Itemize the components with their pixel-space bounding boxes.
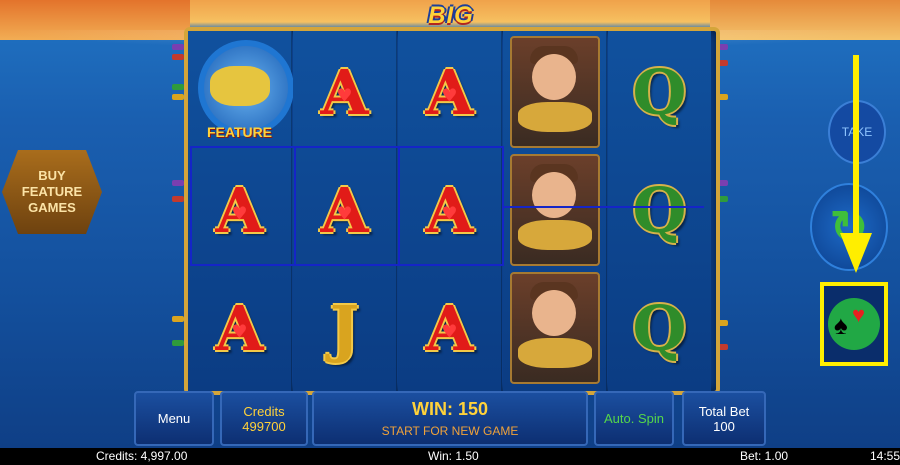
fish-icon (517, 220, 592, 250)
feature-label: FEATURE (206, 124, 273, 140)
reel-cell: Q (608, 33, 711, 151)
total-bet-label: Total Bet (698, 403, 750, 419)
credits-panel: Credits 499700 (220, 391, 308, 446)
symbol-letter: A ♥ (425, 291, 474, 365)
status-win: Win: 1.50 (428, 449, 479, 463)
symbol-letter: A ♥ (320, 55, 369, 129)
status-bet: Bet: 1.00 (740, 449, 789, 463)
reel-cell (503, 151, 606, 269)
payline-tab-left (172, 54, 184, 60)
payline-tab-left (172, 180, 184, 186)
win-line (504, 206, 704, 208)
payline-tab-left (172, 44, 184, 50)
payline-tab-left (172, 196, 184, 202)
status-bar: Credits: 4,997.00 Win: 1.50 Bet: 1.00 14… (0, 448, 900, 465)
symbol-letter: Q (632, 55, 687, 129)
fisherman-symbol (509, 36, 600, 148)
reel-cell (503, 33, 606, 151)
face (531, 172, 576, 218)
fisherman-symbol (509, 154, 600, 266)
game-scene: BIG FISH FEATURE A♥ A♥ (0, 0, 900, 448)
menu-button[interactable]: Menu (134, 391, 214, 446)
heart-icon: ♥ (336, 85, 353, 107)
heart-icon: ♥ (441, 85, 458, 107)
heart-icon: ♥ (231, 321, 248, 343)
symbol-letter: A ♥ (215, 291, 264, 365)
win-highlight-box (190, 146, 296, 266)
heart-icon: ♥ (441, 321, 458, 343)
win-message: START FOR NEW GAME (381, 424, 519, 438)
win-highlight-box (398, 146, 504, 266)
reel-cell: Q (608, 269, 711, 387)
symbol-letter: Q (632, 291, 687, 365)
reel-cell: Q (608, 151, 711, 269)
autospin-label: Auto. Spin (604, 411, 664, 426)
status-time: 14:55 (870, 449, 900, 463)
reel-cell: A ♥ (398, 33, 501, 151)
fish-icon (209, 66, 270, 106)
symbol-letter: J (329, 291, 360, 365)
payline-tab-left (172, 94, 184, 100)
face (531, 54, 576, 100)
gamble-button[interactable]: ♠ ♥ (820, 282, 888, 366)
fish-icon (517, 338, 592, 368)
pointer-arrow-shaft (853, 55, 859, 235)
pointer-arrow-head (840, 233, 872, 273)
reel-cell: FEATURE (188, 33, 294, 151)
win-highlight-box (294, 146, 400, 266)
autospin-button[interactable]: Auto. Spin (594, 391, 674, 446)
fish-icon (517, 102, 592, 132)
buy-feature-button[interactable]: BUY FEATURE GAMES (2, 150, 102, 234)
menu-label: Menu (157, 411, 191, 426)
total-bet-button[interactable]: Total Bet 100 (682, 391, 766, 446)
reel-cell: J (293, 269, 396, 387)
buy-label-line: FEATURE (21, 184, 83, 199)
card-suits-icon: ♠ ♥ (828, 298, 880, 350)
reel-cell (503, 269, 606, 387)
reel-cell: A ♥ (293, 33, 396, 151)
reel-5: Q Q Q (608, 31, 711, 391)
fisherman-symbol (509, 272, 600, 384)
status-credits: Credits: 4,997.00 (96, 449, 188, 463)
total-bet-value: 100 (713, 418, 735, 434)
feature-symbol: FEATURE (192, 38, 294, 146)
reel-cell: A ♥ (398, 269, 501, 387)
buy-feature-label: BUY FEATURE GAMES (22, 168, 82, 216)
reel-cell: A ♥ (188, 269, 291, 387)
credits-value: 499700 (242, 418, 286, 434)
symbol-letter: A ♥ (425, 55, 474, 129)
payline-tab-left (172, 84, 184, 90)
payline-tab-left (172, 316, 184, 322)
win-amount: WIN: 150 (411, 399, 489, 419)
win-panel: WIN: 150 START FOR NEW GAME (312, 391, 588, 446)
heart-icon: ♥ (852, 302, 866, 327)
face (531, 290, 576, 336)
buy-label-line: BUY (38, 168, 66, 183)
payline-tab-left (172, 340, 184, 346)
credits-label: Credits (243, 403, 285, 419)
buy-label-line: GAMES (28, 200, 76, 215)
reel-4 (503, 31, 607, 391)
symbol-letter: Q (632, 173, 687, 247)
spade-icon: ♠ (834, 310, 848, 340)
